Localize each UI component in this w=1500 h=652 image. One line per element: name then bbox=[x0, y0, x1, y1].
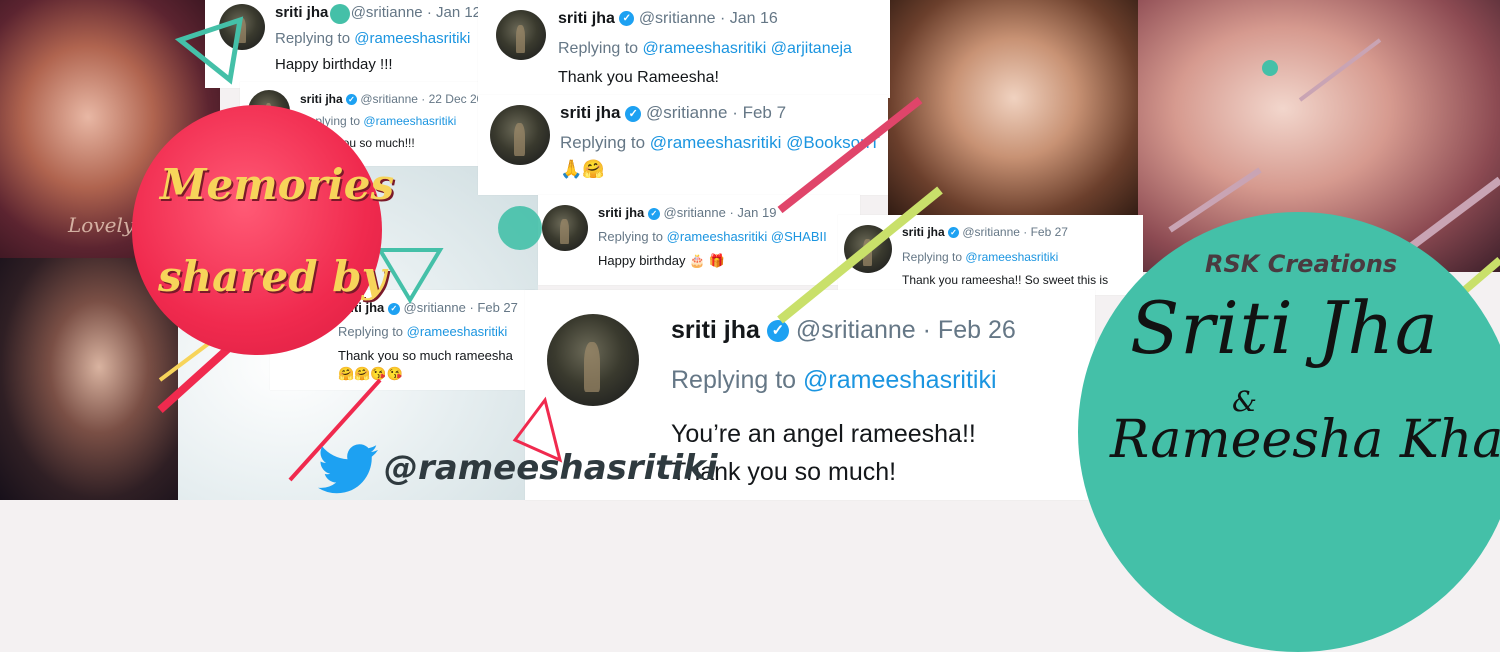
title-sriti-jha: Sriti Jha bbox=[1130, 286, 1439, 370]
rsk-creations-label: RSK Creations bbox=[1205, 250, 1398, 278]
teal-dot bbox=[1262, 60, 1278, 76]
teal-dot bbox=[498, 206, 542, 250]
teal-triangle bbox=[376, 248, 444, 304]
twitter-handle[interactable]: @rameeshasritiki bbox=[384, 448, 717, 488]
twitter-bird-icon[interactable] bbox=[316, 444, 380, 494]
pink-stripe bbox=[777, 96, 923, 214]
lime-stripe bbox=[777, 186, 943, 324]
teal-dot bbox=[330, 4, 350, 24]
teal-triangle bbox=[174, 16, 244, 85]
mauve-stripe bbox=[1298, 38, 1382, 102]
title-rameesha-khan: Rameesha Khan bbox=[1110, 410, 1500, 470]
memories-badge bbox=[132, 105, 382, 355]
memories-subtitle: shared by bbox=[158, 252, 387, 301]
memories-title: Memories bbox=[160, 160, 395, 209]
